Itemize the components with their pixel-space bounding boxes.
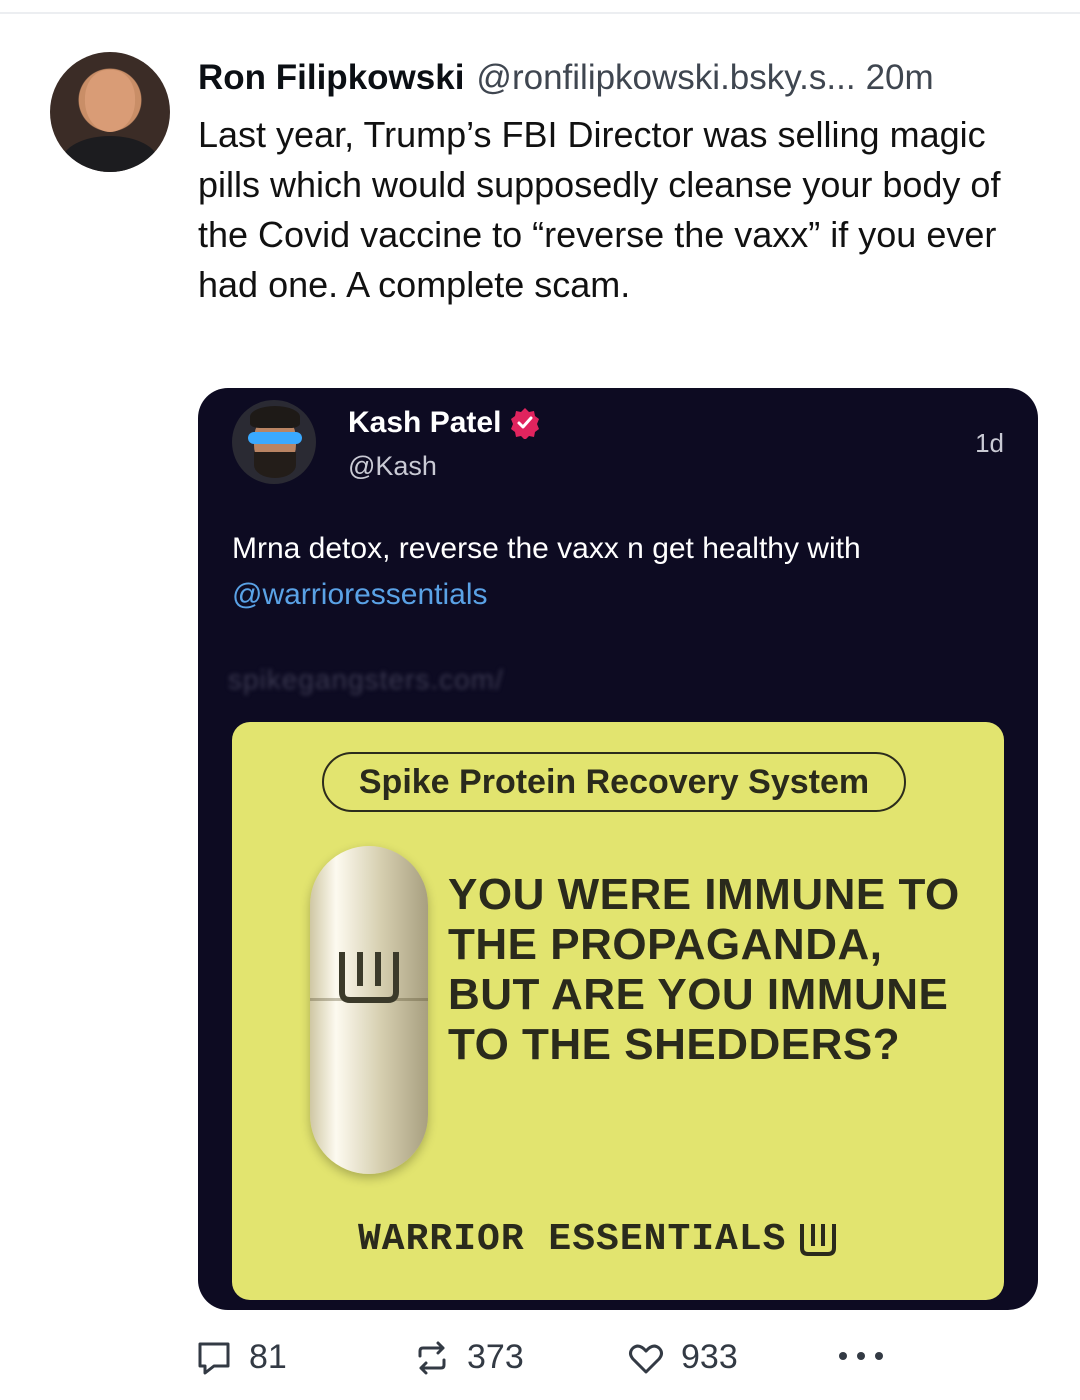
repost-icon <box>418 1341 446 1374</box>
blurred-link: spikegangsters.com/ <box>228 664 504 695</box>
author-name[interactable]: Ron Filipkowski <box>198 58 464 97</box>
post-actions: 81 373 933 <box>195 1338 915 1388</box>
product-tag: Spike Protein Recovery System <box>322 752 906 812</box>
quoted-post-image[interactable]: Kash Patel @Kash 1d Mrna detox, reverse … <box>198 388 1038 1310</box>
quoted-text-body: Mrna detox, reverse the vaxx n get healt… <box>232 532 861 565</box>
post-text: Last year, Trump’s FBI Director was sell… <box>198 114 1001 305</box>
top-divider <box>0 12 1080 14</box>
more-icon[interactable] <box>835 1344 887 1368</box>
mention-link: @warrioressentials <box>232 578 488 611</box>
like-count: 933 <box>681 1338 738 1376</box>
quoted-author-handle: @Kash <box>348 451 437 481</box>
quoted-timestamp: 1d <box>975 428 1004 458</box>
quoted-author-name: Kash Patel <box>348 406 541 440</box>
reply-icon <box>198 1342 230 1374</box>
quoted-author-avatar <box>232 400 316 484</box>
author-handle[interactable]: @ronfilipkowski.bsky.s... <box>476 58 855 97</box>
reply-button[interactable]: 81 <box>195 1338 287 1377</box>
post-header: Ron Filipkowski @ronfilipkowski.bsky.s...… <box>198 58 1048 98</box>
reply-count: 81 <box>249 1338 287 1376</box>
post-timestamp[interactable]: 20m <box>866 58 934 97</box>
promo-image: Spike Protein Recovery System YOU WERE I… <box>232 722 1004 1300</box>
brand-mark-icon <box>800 1223 837 1256</box>
brand-logo-icon <box>339 952 399 1003</box>
promo-headline: YOU WERE IMMUNE TO THE PROPAGANDA, BUT A… <box>448 870 960 1069</box>
repost-count: 373 <box>467 1338 524 1376</box>
brand-name: WARRIOR ESSENTIALS <box>358 1218 838 1261</box>
like-icon <box>629 1344 663 1373</box>
quoted-post-text: Mrna detox, reverse the vaxx n get healt… <box>232 526 1012 618</box>
repost-button[interactable]: 373 <box>413 1338 524 1377</box>
verified-badge-icon <box>511 408 540 439</box>
author-avatar[interactable] <box>50 52 170 172</box>
like-button[interactable]: 933 <box>627 1338 738 1377</box>
capsule-icon <box>310 846 428 1174</box>
